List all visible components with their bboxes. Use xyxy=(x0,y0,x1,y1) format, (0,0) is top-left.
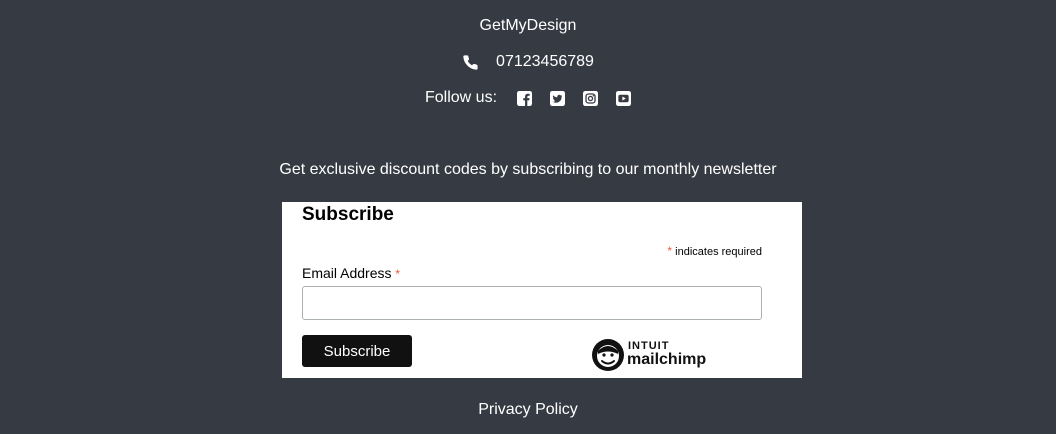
privacy-policy-link[interactable]: Privacy Policy xyxy=(0,400,1056,420)
phone-icon xyxy=(462,54,479,71)
phone-number[interactable]: 07123456789 xyxy=(496,52,594,72)
youtube-icon[interactable] xyxy=(616,90,632,106)
email-input[interactable] xyxy=(302,286,762,320)
email-required-star: * xyxy=(395,267,401,281)
twitter-icon[interactable] xyxy=(550,90,566,106)
follow-us-label: Follow us: xyxy=(424,89,498,106)
mailchimp-freddie-icon xyxy=(591,338,625,372)
required-note-text: indicates required xyxy=(675,246,762,258)
brand-name: GetMyDesign xyxy=(479,17,577,34)
subscribe-button[interactable]: Subscribe xyxy=(302,335,412,367)
subscribe-form: Subscribe * indicates required Email Add… xyxy=(282,202,802,378)
required-star: * xyxy=(667,244,673,258)
instagram-icon[interactable] xyxy=(583,90,599,106)
mailchimp-wordmark: mailchimp xyxy=(627,351,707,368)
facebook-icon[interactable] xyxy=(517,90,533,106)
required-note: * indicates required xyxy=(667,245,762,259)
subscribe-title: Subscribe xyxy=(302,204,394,225)
social-row: Follow us: xyxy=(0,88,1056,108)
email-label-text: Email Address xyxy=(302,265,392,281)
phone-row: 07123456789 xyxy=(0,52,1056,72)
site-footer: GetMyDesign 07123456789 Follow us: Get e… xyxy=(0,0,1056,434)
newsletter-tagline: Get exclusive discount codes by subscrib… xyxy=(279,161,777,178)
mailchimp-badge[interactable]: INTUIT mailchimp xyxy=(591,338,715,372)
email-label: Email Address * xyxy=(302,265,400,283)
